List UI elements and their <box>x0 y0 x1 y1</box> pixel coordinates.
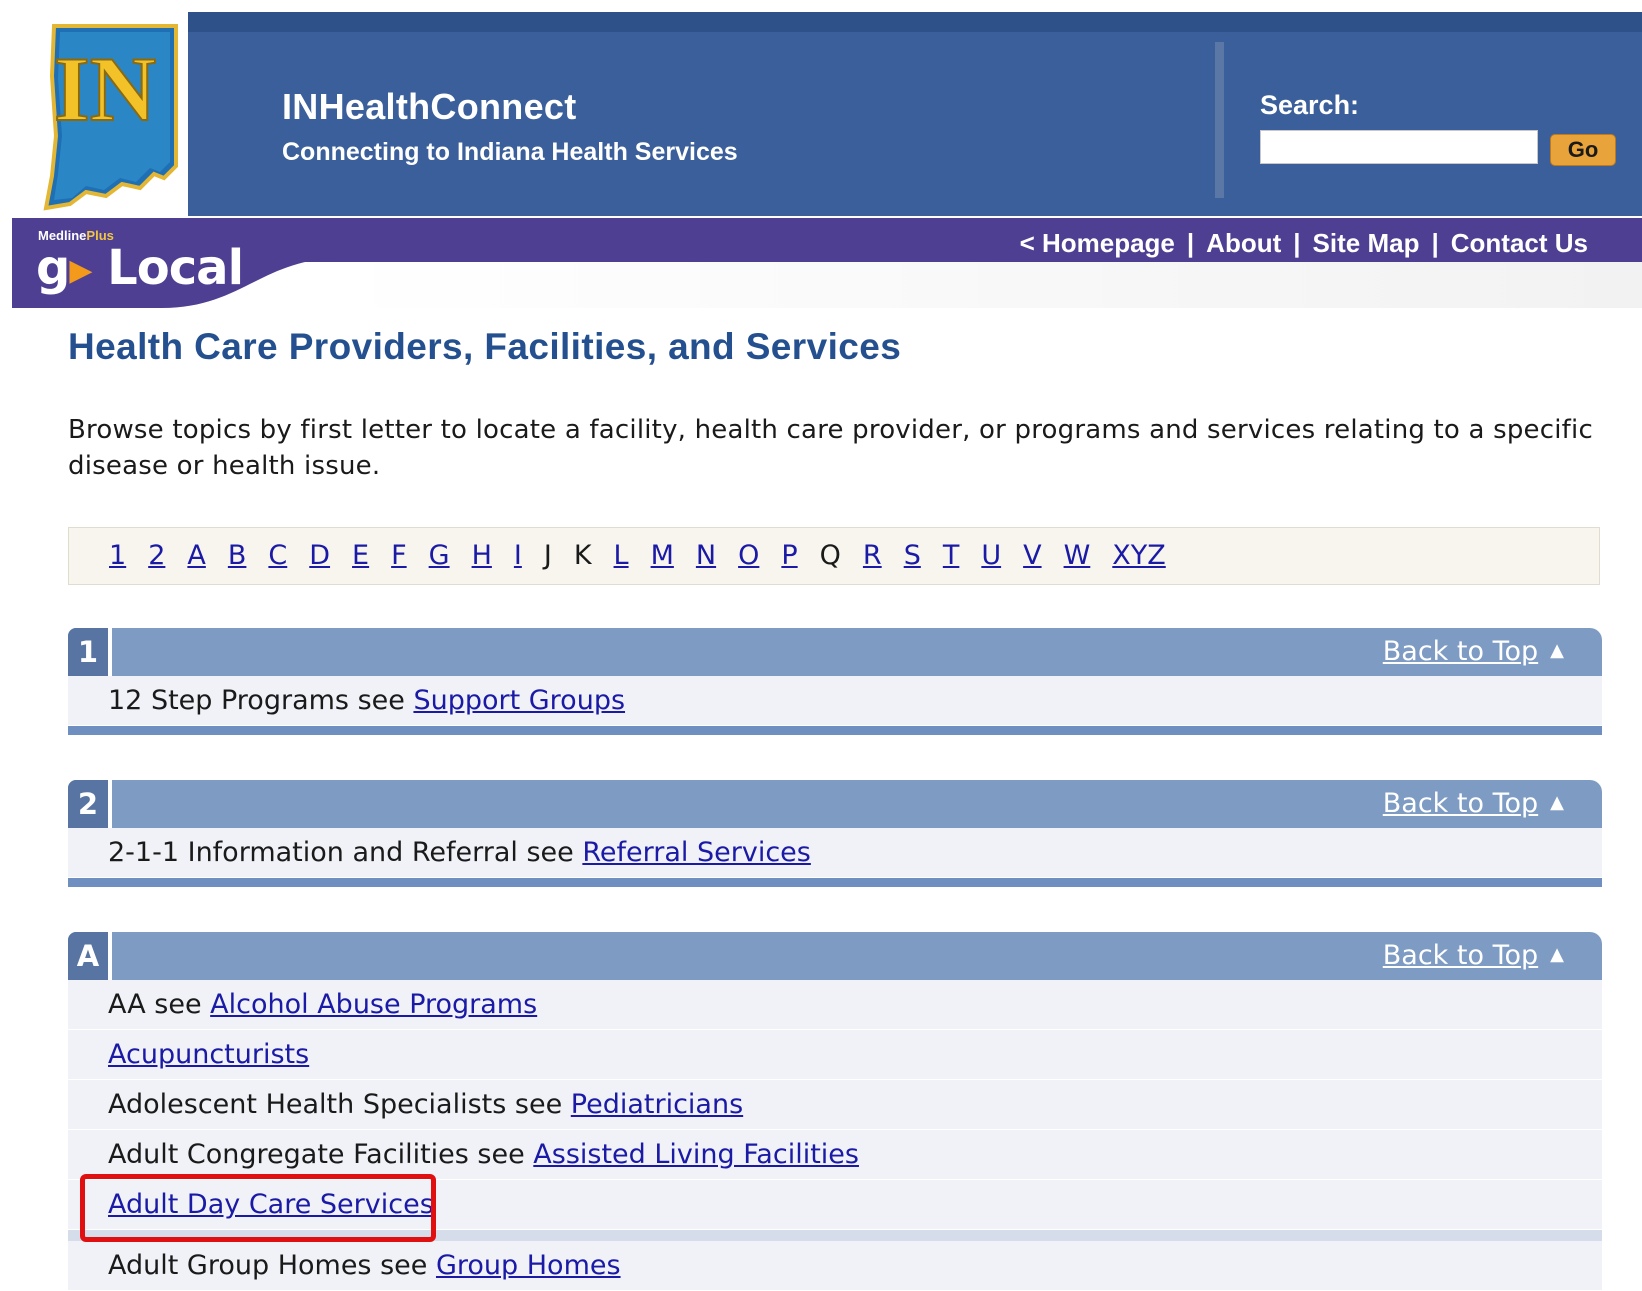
letter-text: J <box>543 540 552 571</box>
letter-link[interactable]: 1 <box>109 540 126 571</box>
letter-text: Q <box>819 540 841 571</box>
letter-link[interactable]: 2 <box>148 540 165 571</box>
letter-link[interactable]: A <box>187 540 205 571</box>
nav-homepage-link[interactable]: < Homepage <box>1020 228 1175 258</box>
list-item-link[interactable]: Acupuncturists <box>108 1039 309 1070</box>
list-item: Adult Group Homes see Group Homes <box>68 1241 1602 1291</box>
indiana-map-icon: IN <box>43 24 178 211</box>
section-2: 2 Back to Top ▲ 2-1-1 Information and Ref… <box>68 780 1602 887</box>
letter-index: 1 2 A B C D E F G H I J K L M N O P Q R S T U V W XYZ <box>109 540 1188 571</box>
back-to-top-link[interactable]: Back to Top <box>1383 788 1538 819</box>
list-item: Adolescent Health Specialists see Pediat… <box>68 1080 1602 1130</box>
list-item-link[interactable]: Pediatricians <box>571 1089 743 1120</box>
letter-link[interactable]: V <box>1023 540 1041 571</box>
letter-link[interactable]: S <box>904 540 921 571</box>
list-item-link[interactable]: Referral Services <box>582 837 811 868</box>
row-divider <box>68 1230 1602 1241</box>
up-triangle-icon: ▲ <box>1550 944 1564 965</box>
indiana-logo[interactable]: IN <box>12 12 188 216</box>
letter-link[interactable]: G <box>429 540 450 571</box>
letter-link[interactable]: H <box>472 540 492 571</box>
section-header: 2 Back to Top ▲ <box>68 780 1602 828</box>
section-letter: 1 <box>68 628 112 676</box>
page-title: Health Care Providers, Facilities, and S… <box>68 326 902 367</box>
letter-link[interactable]: M <box>651 540 674 571</box>
section-letter: 2 <box>68 780 112 828</box>
list-item: Acupuncturists <box>68 1030 1602 1080</box>
list-item-text: Adult Congregate Facilities see <box>108 1139 534 1170</box>
section-a: A Back to Top ▲ AA see Alcohol Abuse Prog… <box>68 932 1602 1291</box>
section-letter: A <box>68 932 112 980</box>
nav-separator: | <box>1293 228 1301 258</box>
section-rows: 2-1-1 Information and Referral see Refer… <box>68 828 1602 878</box>
letter-link[interactable]: O <box>738 540 759 571</box>
letter-link[interactable]: W <box>1064 540 1091 571</box>
golocal-local: Local <box>107 240 244 296</box>
up-triangle-icon: ▲ <box>1550 792 1564 813</box>
letter-link[interactable]: I <box>514 540 522 571</box>
section-footer-bar <box>68 726 1602 735</box>
letter-link[interactable]: C <box>268 540 287 571</box>
back-to-top[interactable]: Back to Top ▲ <box>1383 788 1564 819</box>
back-to-top[interactable]: Back to Top ▲ <box>1383 636 1564 667</box>
nav-sitemap-link[interactable]: Site Map <box>1313 228 1420 258</box>
list-item-link[interactable]: Alcohol Abuse Programs <box>210 989 537 1020</box>
section-1: 1 Back to Top ▲ 12 Step Programs see Supp… <box>68 628 1602 735</box>
section-header: A Back to Top ▲ <box>68 932 1602 980</box>
letter-index-bar: 1 2 A B C D E F G H I J K L M N O P Q R S T U V W XYZ <box>68 527 1600 585</box>
back-to-top-link[interactable]: Back to Top <box>1383 940 1538 971</box>
letter-link[interactable]: U <box>981 540 1001 571</box>
letter-link[interactable]: E <box>352 540 369 571</box>
list-item-text: 12 Step Programs see <box>108 685 414 716</box>
play-arrow-icon: ▶ <box>69 253 92 288</box>
letter-link[interactable]: T <box>943 540 960 571</box>
search-go-button[interactable]: Go <box>1550 134 1616 166</box>
back-to-top[interactable]: Back to Top ▲ <box>1383 940 1564 971</box>
letter-text: K <box>573 540 592 571</box>
list-item: AA see Alcohol Abuse Programs <box>68 980 1602 1030</box>
letter-link[interactable]: XYZ <box>1112 540 1166 571</box>
letter-link[interactable]: R <box>863 540 882 571</box>
letter-link[interactable]: L <box>614 540 629 571</box>
top-nav: < Homepage | About | Site Map | Contact Us <box>1020 228 1588 259</box>
section-footer-bar <box>68 878 1602 887</box>
header-divider <box>1215 42 1224 198</box>
page-intro: Browse topics by first letter to locate … <box>68 415 1593 481</box>
site-title: INHealthConnect <box>282 86 577 127</box>
up-triangle-icon: ▲ <box>1550 640 1564 661</box>
section-rows: 12 Step Programs see Support Groups <box>68 676 1602 726</box>
letter-link[interactable]: B <box>228 540 247 571</box>
site-subtitle: Connecting to Indiana Health Services <box>282 138 738 166</box>
logo-text: IN <box>54 38 156 140</box>
list-item: Adult Congregate Facilities see Assisted… <box>68 1130 1602 1180</box>
nav-separator: | <box>1431 228 1439 258</box>
section-rows: AA see Alcohol Abuse Programs Acupuncturi… <box>68 980 1602 1291</box>
list-item: 12 Step Programs see Support Groups <box>68 676 1602 726</box>
letter-link[interactable]: P <box>781 540 797 571</box>
list-item: 2-1-1 Information and Referral see Refer… <box>68 828 1602 878</box>
list-item-link[interactable]: Support Groups <box>413 685 625 716</box>
search-input[interactable] <box>1260 130 1538 164</box>
list-item-text: AA see <box>108 989 211 1020</box>
search-label: Search: <box>1260 90 1360 120</box>
list-item-text: 2-1-1 Information and Referral see <box>108 837 583 868</box>
nav-contact-link[interactable]: Contact Us <box>1451 228 1588 258</box>
nav-about-link[interactable]: About <box>1206 228 1281 258</box>
section-header: 1 Back to Top ▲ <box>68 628 1602 676</box>
list-item-link[interactable]: Adult Day Care Services <box>108 1189 434 1220</box>
list-item-text: Adolescent Health Specialists see <box>108 1089 571 1120</box>
golocal-g: g <box>36 240 70 296</box>
golocal-logo[interactable]: g▶ Local <box>36 240 244 296</box>
letter-link[interactable]: N <box>696 540 716 571</box>
nav-separator: | <box>1186 228 1195 258</box>
list-item-link[interactable]: Group Homes <box>436 1250 621 1281</box>
letter-link[interactable]: D <box>309 540 330 571</box>
list-item: Adult Day Care Services <box>68 1180 1602 1230</box>
back-to-top-link[interactable]: Back to Top <box>1383 636 1538 667</box>
list-item-text: Adult Group Homes see <box>108 1250 436 1281</box>
top-strip <box>0 0 1642 12</box>
list-item-link[interactable]: Assisted Living Facilities <box>533 1139 859 1170</box>
letter-link[interactable]: F <box>391 540 407 571</box>
